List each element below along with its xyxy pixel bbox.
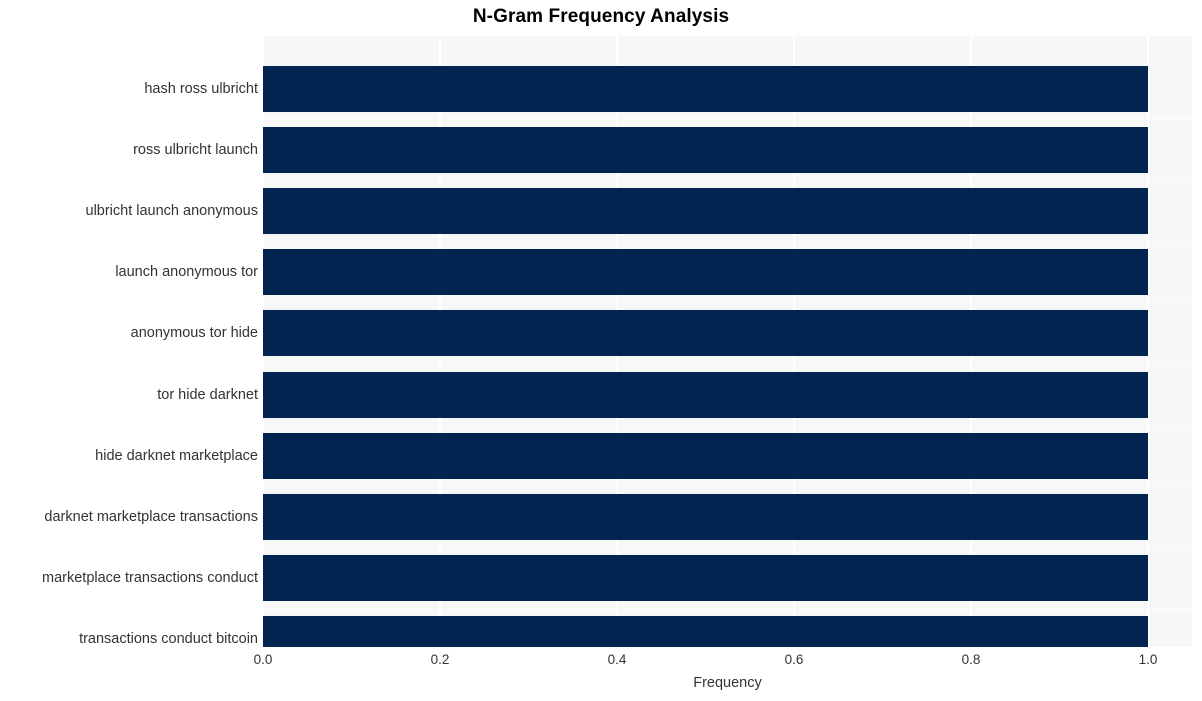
y-gridline: [263, 608, 1192, 609]
x-axis-tick-label: 0.4: [607, 652, 627, 667]
x-axis-label: Frequency: [693, 675, 762, 691]
x-axis-tick-label: 0.6: [784, 652, 804, 667]
y-axis: hash ross ulbricht ross ulbricht launch ul…: [0, 36, 258, 647]
y-gridline: [263, 363, 1192, 364]
bar-row: [263, 127, 1192, 174]
y-axis-tick-label: hash ross ulbricht: [144, 81, 258, 97]
x-axis: Frequency 0.0 0.2 0.4 0.6 0.8 1.0: [0, 647, 1202, 701]
bar[interactable]: [263, 615, 1148, 647]
y-gridline: [263, 486, 1192, 487]
y-axis-tick-label: anonymous tor hide: [130, 325, 258, 342]
x-axis-tick-label: 1.0: [1138, 652, 1158, 667]
y-axis-tick-label: marketplace transactions conduct: [42, 569, 258, 586]
bar-row: [263, 249, 1192, 296]
bar[interactable]: [263, 249, 1148, 296]
y-axis-tick-label: ross ulbricht launch: [133, 142, 258, 159]
bar[interactable]: [263, 66, 1148, 112]
y-axis-tick-label: hide darknet marketplace: [95, 447, 258, 464]
bar-row: [263, 432, 1192, 479]
bar[interactable]: [263, 188, 1148, 235]
y-gridline: [263, 302, 1192, 303]
bar-row: [263, 188, 1192, 235]
y-gridline: [263, 180, 1192, 181]
y-axis-tick-label: launch anonymous tor: [115, 264, 258, 281]
y-axis-tick-label: tor hide darknet: [157, 386, 258, 403]
y-axis-tick-label: darknet marketplace transactions: [44, 508, 258, 525]
y-gridline: [263, 425, 1192, 426]
bar-row: [263, 310, 1192, 357]
ngram-frequency-chart: N-Gram Frequency Analysis hash ross ulbr…: [0, 0, 1202, 701]
bar-row: [263, 554, 1192, 601]
bar[interactable]: [263, 554, 1148, 601]
bar[interactable]: [263, 493, 1148, 540]
bar-row: [263, 371, 1192, 418]
bar[interactable]: [263, 371, 1148, 418]
bar[interactable]: [263, 310, 1148, 357]
y-gridline: [263, 547, 1192, 548]
y-gridline: [263, 119, 1192, 120]
bar-row: [263, 493, 1192, 540]
x-axis-tick-label: 0.0: [253, 652, 273, 667]
bar[interactable]: [263, 432, 1148, 479]
chart-title: N-Gram Frequency Analysis: [472, 6, 730, 27]
y-gridline: [263, 241, 1192, 242]
plot-area: [263, 36, 1192, 647]
y-axis-tick-label: ulbricht launch anonymous: [85, 203, 259, 220]
x-axis-tick-label: 0.8: [961, 652, 981, 667]
bar-row: [263, 66, 1192, 112]
bar-row: [263, 615, 1192, 647]
x-axis-tick-label: 0.2: [430, 652, 450, 667]
bar[interactable]: [263, 127, 1148, 174]
